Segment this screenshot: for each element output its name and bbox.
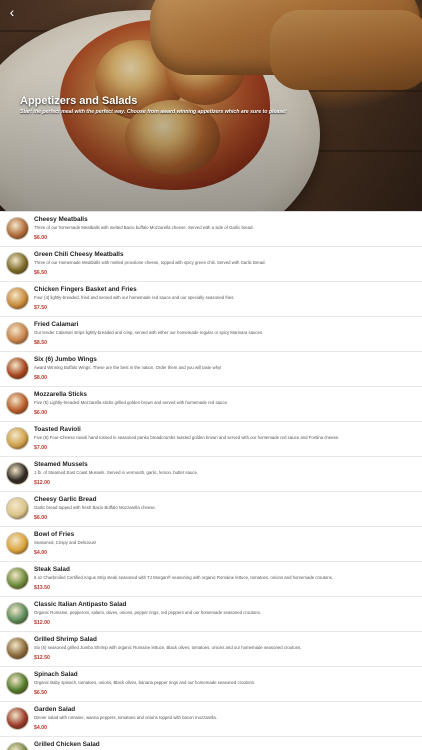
menu-item-name: Mozzarella Sticks — [34, 391, 87, 398]
menu-item-description: 6 oz Charbroiled Certified Angus Strip s… — [34, 575, 334, 580]
category-title: Appetizers and Salads — [20, 95, 138, 107]
menu-item-thumbnail — [6, 497, 29, 520]
menu-item[interactable]: Six (6) Jumbo Wings Award Winning Buffalo… — [0, 352, 422, 387]
menu-item-price: $6.00 — [34, 515, 47, 521]
menu-item-price: $6.50 — [34, 690, 47, 696]
menu-item-description: Award Winning Buffalo Wings. These are t… — [34, 365, 222, 370]
menu-item-name: Toasted Ravioli — [34, 426, 81, 433]
menu-item-name: Fried Calamari — [34, 321, 79, 328]
menu-item-name: Grilled Shrimp Salad — [34, 636, 97, 643]
menu-item-name: Classic Italian Antipasto Salad — [34, 601, 127, 608]
menu-item-description: Organic Romaine, pepperoni, salami, oliv… — [34, 610, 261, 615]
menu-item[interactable]: Spinach Salad Organic Baby spinach, tomat… — [0, 667, 422, 702]
menu-item-description: 1 lb. of Steamed East Coast Mussels. Ser… — [34, 470, 199, 475]
menu-item-price: $6.00 — [34, 235, 47, 241]
menu-item[interactable]: Mozzarella Sticks Five (5) Lightly-breade… — [0, 387, 422, 422]
menu-item-price: $12.00 — [34, 480, 50, 486]
menu-item-name: Spinach Salad — [34, 671, 78, 678]
menu-item-name: Garden Salad — [34, 706, 76, 713]
back-button[interactable]: ‹ — [4, 4, 20, 20]
menu-item[interactable]: Grilled Chicken Salad — [0, 737, 422, 750]
menu-item-price: $12.00 — [34, 620, 50, 626]
menu-item-name: Cheesy Meatballs — [34, 216, 88, 223]
menu-item-price: $7.00 — [34, 445, 47, 451]
menu-item-description: Four (4) lightly-breaded, fried and serv… — [34, 295, 235, 300]
menu-item-description: Dinner salad with romaine, wanna peppers… — [34, 715, 217, 720]
menu-item-price: $6.50 — [34, 270, 47, 276]
menu-item[interactable]: Steamed Mussels 1 lb. of Steamed East Coa… — [0, 457, 422, 492]
menu-item-price: $4.00 — [34, 550, 47, 556]
menu-item-description: Organic Baby spinach, tomatoes, onions, … — [34, 680, 256, 685]
menu-item[interactable]: Green Chili Cheesy Meatballs Three of our… — [0, 247, 422, 282]
menu-item[interactable]: Cheesy Meatballs Three of our homemade Me… — [0, 212, 422, 247]
menu-item-thumbnail — [6, 462, 29, 485]
menu-item[interactable]: Cheesy Garlic Bread Garlic bread topped w… — [0, 492, 422, 527]
menu-item-name: Six (6) Jumbo Wings — [34, 356, 97, 363]
menu-item-price: $4.00 — [34, 725, 47, 731]
menu-item-list[interactable]: Cheesy Meatballs Three of our homemade Me… — [0, 211, 422, 750]
menu-item-thumbnail — [6, 217, 29, 240]
menu-item-thumbnail — [6, 672, 29, 695]
menu-item-description: Five (5) Lightly-breaded Mozzarella stic… — [34, 400, 229, 405]
menu-item-name: Steak Salad — [34, 566, 70, 573]
menu-item-name: Chicken Fingers Basket and Fries — [34, 286, 137, 293]
menu-item-thumbnail — [6, 392, 29, 415]
menu-item-description: Three of our Homemade Meatballs with mel… — [34, 260, 266, 265]
menu-item-price: $7.50 — [34, 305, 47, 311]
chevron-left-icon: ‹ — [9, 4, 15, 20]
menu-item[interactable]: Chicken Fingers Basket and Fries Four (4)… — [0, 282, 422, 317]
menu-item-description: Seasoned, Crispy and Delicious! — [34, 540, 97, 545]
menu-item-thumbnail — [6, 707, 29, 730]
menu-item-thumbnail — [6, 532, 29, 555]
menu-item-name: Cheesy Garlic Bread — [34, 496, 97, 503]
menu-item-description: Five (5) Four-Cheese ravioli hand tossed… — [34, 435, 340, 440]
menu-item-description: Garlic bread topped with fresh Bacio Buf… — [34, 505, 156, 510]
menu-item[interactable]: Toasted Ravioli Five (5) Four-Cheese ravi… — [0, 422, 422, 457]
menu-item[interactable]: Garden Salad Dinner salad with romaine, w… — [0, 702, 422, 737]
menu-item[interactable]: Steak Salad 6 oz Charbroiled Certified An… — [0, 562, 422, 597]
menu-item-name: Grilled Chicken Salad — [34, 741, 100, 748]
menu-item-price: $12.50 — [34, 655, 50, 661]
menu-item-price: $6.00 — [34, 410, 47, 416]
menu-item-name: Steamed Mussels — [34, 461, 88, 468]
menu-item-thumbnail — [6, 287, 29, 310]
menu-item-name: Bowl of Fries — [34, 531, 75, 538]
menu-item-description: Three of our homemade Meatballs with mel… — [34, 225, 254, 230]
menu-item-name: Green Chili Cheesy Meatballs — [34, 251, 124, 258]
menu-item[interactable]: Grilled Shrimp Salad Six (6) seasoned gri… — [0, 632, 422, 667]
menu-item-thumbnail — [6, 742, 29, 750]
menu-item-price: $13.50 — [34, 585, 50, 591]
menu-item-price: $8.50 — [34, 340, 47, 346]
menu-item-thumbnail — [6, 427, 29, 450]
category-subtitle: Start the perfect meal with the perfect … — [20, 109, 287, 115]
menu-item[interactable]: Classic Italian Antipasto Salad Organic R… — [0, 597, 422, 632]
menu-item-thumbnail — [6, 602, 29, 625]
menu-item-thumbnail — [6, 637, 29, 660]
menu-item[interactable]: Fried Calamari Our tender Calamari strips… — [0, 317, 422, 352]
category-hero-banner: ‹ Appetizers and Salads Start the perfec… — [0, 0, 422, 211]
menu-item-thumbnail — [6, 322, 29, 345]
menu-item-thumbnail — [6, 252, 29, 275]
menu-item[interactable]: Bowl of Fries Seasoned, Crispy and Delici… — [0, 527, 422, 562]
menu-item-description: Six (6) seasoned grilled Jumbo Shrimp wi… — [34, 645, 302, 650]
menu-item-description: Our tender Calamari strips lightly-bread… — [34, 330, 264, 335]
menu-item-thumbnail — [6, 357, 29, 380]
menu-item-price: $8.00 — [34, 375, 47, 381]
menu-item-thumbnail — [6, 567, 29, 590]
